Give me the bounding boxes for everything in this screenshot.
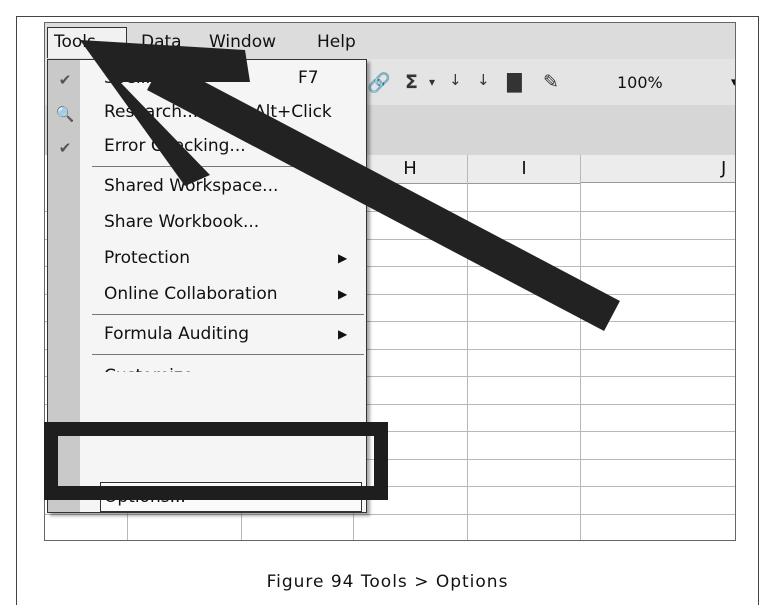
sort-ascending-icon[interactable]: ↓ bbox=[449, 71, 462, 89]
autosum-dropdown-icon[interactable]: ▾ bbox=[429, 75, 435, 89]
menu-help-label: Help bbox=[317, 32, 356, 52]
drawing-icon[interactable]: ✎ bbox=[543, 71, 559, 93]
menu-item-research[interactable]: 🔍 Research... Alt+Click bbox=[48, 96, 366, 128]
menu-item-protection-label: Protection bbox=[104, 248, 191, 268]
research-icon: 🔍 bbox=[55, 105, 75, 123]
menu-item-customize-label: Customize... bbox=[104, 360, 209, 372]
menu-separator bbox=[92, 166, 364, 167]
menu-item-customize[interactable]: Customize... bbox=[48, 358, 366, 372]
submenu-arrow-icon: ▶ bbox=[338, 327, 348, 341]
menu-separator bbox=[92, 354, 364, 355]
menu-item-formula-auditing[interactable]: Formula Auditing ▶ bbox=[48, 318, 366, 350]
submenu-arrow-icon: ▶ bbox=[338, 287, 348, 301]
autosum-icon[interactable]: Σ bbox=[405, 71, 418, 93]
menu-item-share-workbook[interactable]: Share Workbook... bbox=[48, 206, 366, 238]
column-i-label: I bbox=[521, 158, 527, 179]
menu-item-online-collaboration-label: Online Collaboration bbox=[104, 284, 278, 304]
menu-item-protection[interactable]: Protection ▶ bbox=[48, 242, 366, 274]
menu-item-shared-workspace[interactable]: Shared Workspace... bbox=[48, 170, 366, 202]
menu-bar: Tools Data Window Help bbox=[45, 23, 735, 60]
menu-item-spelling-shortcut: F7 bbox=[298, 68, 319, 88]
menu-tools-label: Tools bbox=[54, 32, 96, 52]
menu-item-research-label: Research... bbox=[104, 102, 199, 122]
menu-item-research-shortcut: Alt+Click bbox=[254, 102, 332, 122]
chart-wizard-icon[interactable]: ▇ bbox=[507, 71, 522, 93]
menu-item-spelling-label: Spelling... bbox=[104, 68, 188, 88]
menu-data[interactable]: Data bbox=[141, 32, 182, 52]
column-header-h[interactable]: H bbox=[353, 155, 468, 184]
column-header-i[interactable]: I bbox=[468, 155, 581, 184]
menu-item-error-checking-label: Error Checking... bbox=[104, 136, 246, 156]
submenu-arrow-icon: ▶ bbox=[338, 251, 348, 265]
column-h-label: H bbox=[403, 158, 417, 179]
column-j-label: J bbox=[721, 158, 727, 179]
hyperlink-icon[interactable]: 🔗 bbox=[367, 71, 391, 94]
column-header-j[interactable]: J bbox=[581, 155, 735, 183]
menu-item-share-workbook-label: Share Workbook... bbox=[104, 212, 260, 232]
menu-window-label: Window bbox=[209, 32, 277, 52]
menu-tools[interactable]: Tools bbox=[54, 32, 96, 52]
menu-item-error-checking[interactable]: ✔ Error Checking... bbox=[48, 130, 366, 162]
menu-help[interactable]: Help bbox=[317, 32, 356, 52]
sort-descending-icon[interactable]: ↓ bbox=[477, 71, 490, 89]
menu-item-spelling[interactable]: ✔ Spelling... F7 bbox=[48, 62, 366, 94]
menu-window[interactable]: Window bbox=[209, 32, 276, 52]
zoom-dropdown-icon[interactable]: ▾ bbox=[731, 75, 735, 90]
error-checking-icon: ✔ bbox=[58, 139, 72, 157]
menu-data-label: Data bbox=[141, 32, 182, 52]
menu-item-shared-workspace-label: Shared Workspace... bbox=[104, 176, 279, 196]
menu-item-online-collaboration[interactable]: Online Collaboration ▶ bbox=[48, 278, 366, 310]
options-callout-box bbox=[44, 422, 388, 500]
zoom-box[interactable]: 100% bbox=[617, 73, 663, 92]
figure-caption: Figure 94 Tools > Options bbox=[266, 572, 509, 592]
spelling-abc-icon: ✔ bbox=[58, 71, 72, 89]
menu-item-formula-auditing-label: Formula Auditing bbox=[104, 324, 250, 344]
menu-separator bbox=[92, 314, 364, 315]
